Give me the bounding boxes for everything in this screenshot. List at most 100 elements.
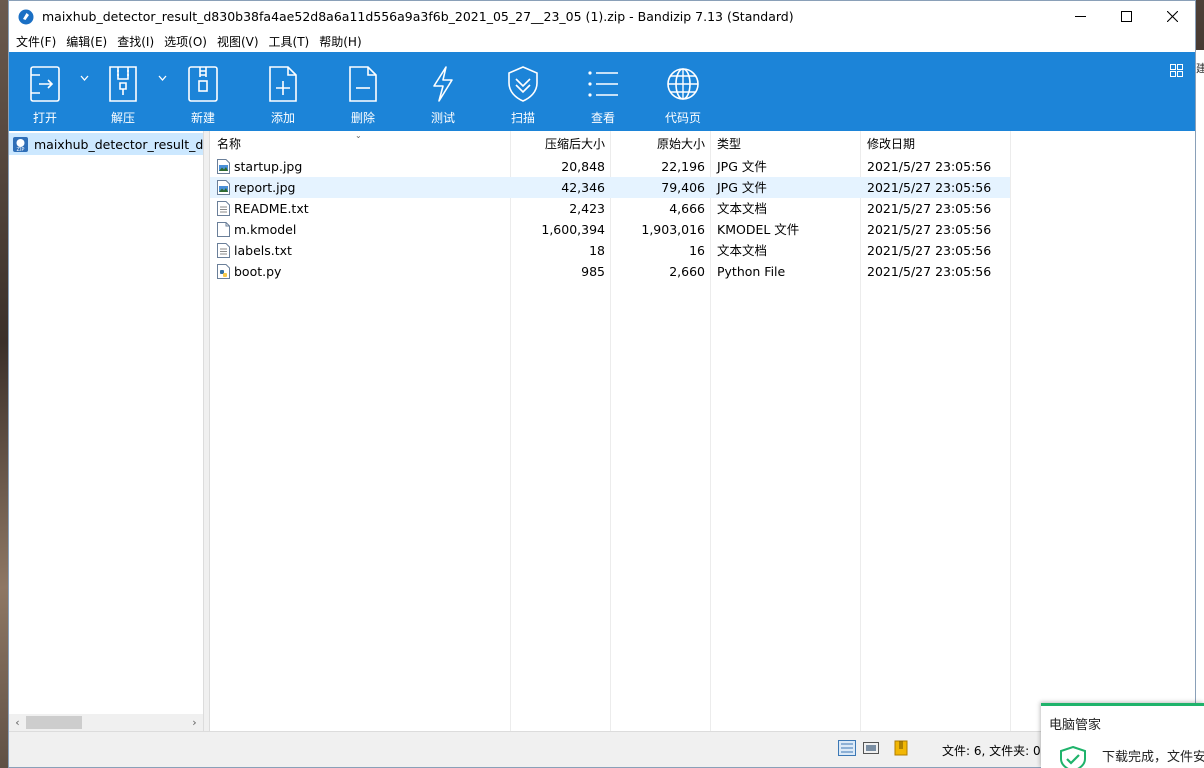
file-name: README.txt <box>234 201 309 216</box>
bandizip-app-icon <box>18 9 34 24</box>
extract-button[interactable]: 解压 <box>91 52 155 131</box>
file-original-size: 2,660 <box>669 264 705 279</box>
minimize-button[interactable] <box>1057 1 1103 32</box>
extract-icon <box>109 66 137 102</box>
list-header: 名称 ⌄ 压缩后大小 原始大小 类型 修改日期 <box>210 131 1010 156</box>
sort-caret-icon: ⌄ <box>355 131 362 140</box>
file-modified-date: 2021/5/27 23:05:56 <box>867 201 992 216</box>
column-header-packed[interactable]: 压缩后大小 <box>545 131 605 156</box>
delete-label: 删除 <box>350 111 375 125</box>
new-archive-icon <box>188 66 218 102</box>
file-name: startup.jpg <box>234 159 303 174</box>
thumbnail-view-icon[interactable] <box>862 740 880 756</box>
menu-edit[interactable]: 编辑(E) <box>63 32 114 52</box>
file-modified-date: 2021/5/27 23:05:56 <box>867 159 992 174</box>
file-modified-date: 2021/5/27 23:05:56 <box>867 180 992 195</box>
file-row[interactable]: labels.txt 18 16 文本文档 2021/5/27 23:05:56 <box>210 240 1010 261</box>
file-packed-size: 42,346 <box>561 180 605 195</box>
file-name: labels.txt <box>234 243 292 258</box>
file-row[interactable]: report.jpg 42,346 79,406 JPG 文件 2021/5/27 23… <box>210 177 1010 198</box>
column-header-type[interactable]: 类型 <box>717 131 741 156</box>
scroll-right-icon[interactable]: › <box>186 714 203 731</box>
codepage-button[interactable]: 代码页 <box>649 52 717 131</box>
codepage-label: 代码页 <box>664 111 701 125</box>
file-type: KMODEL 文件 <box>717 222 800 237</box>
scroll-left-icon[interactable]: ‹ <box>9 714 26 731</box>
maximize-button[interactable] <box>1103 1 1149 32</box>
toolbar: 打开 解压 新建 添加 删除 测试 扫描 查看 代码页 <box>9 52 1195 131</box>
minimize-icon <box>1074 16 1086 17</box>
test-label: 测试 <box>430 111 455 125</box>
file-original-size: 16 <box>689 243 705 258</box>
add-label: 添加 <box>270 111 295 125</box>
window-title: maixhub_detector_result_d830b38fa4ae52d8… <box>42 9 794 24</box>
notification-popup[interactable]: 电脑管家 下载完成，文件安 <box>1041 703 1204 768</box>
details-view-icon[interactable] <box>838 740 856 756</box>
shield-icon <box>508 66 538 102</box>
file-row[interactable]: boot.py 985 2,660 Python File 2021/5/27 23:0… <box>210 261 1010 282</box>
column-header-name[interactable]: 名称 <box>217 131 241 156</box>
layout-grid-icon[interactable] <box>1170 64 1183 77</box>
file-original-size: 1,903,016 <box>641 222 705 237</box>
add-button[interactable]: 添加 <box>237 52 329 131</box>
status-text: 文件: 6, 文件夹: 0, <box>942 744 1045 758</box>
menu-file[interactable]: 文件(F) <box>13 32 63 52</box>
status-bar: 文件: 6, 文件夹: 0, <box>9 731 1195 767</box>
sidebar-horizontal-scrollbar[interactable]: ‹ › <box>9 714 203 731</box>
scan-button[interactable]: 扫描 <box>489 52 557 131</box>
column-header-modified[interactable]: 修改日期 <box>867 131 915 156</box>
menu-tools[interactable]: 工具(T) <box>266 32 317 52</box>
file-name: m.kmodel <box>234 222 297 237</box>
menu-bar: 文件(F) 编辑(E) 查找(I) 选项(O) 视图(V) 工具(T) 帮助(H… <box>9 32 1195 52</box>
menu-help[interactable]: 帮助(H) <box>316 32 368 52</box>
open-button[interactable]: 打开 <box>13 52 77 131</box>
delete-file-icon <box>349 66 377 102</box>
column-header-size[interactable]: 原始大小 <box>657 131 705 156</box>
chevron-down-icon <box>158 75 166 81</box>
new-archive-button[interactable]: 新建 <box>169 52 237 131</box>
extract-dropdown[interactable] <box>155 52 169 131</box>
view-button[interactable]: 查看 <box>557 52 649 131</box>
globe-icon <box>667 68 699 100</box>
file-packed-size: 20,848 <box>561 159 605 174</box>
svg-text:ZIP: ZIP <box>17 147 25 153</box>
notification-text: 下载完成，文件安 <box>1102 750 1204 765</box>
jpg-file-icon <box>217 180 230 195</box>
folder-tree: ZIP maixhub_detector_result_d830b38fa4ae… <box>9 131 204 731</box>
test-button[interactable]: 测试 <box>397 52 489 131</box>
scroll-track[interactable] <box>26 714 186 731</box>
delete-button[interactable]: 删除 <box>329 52 397 131</box>
list-icon <box>588 71 618 97</box>
view-label: 查看 <box>590 111 615 125</box>
menu-options[interactable]: 选项(O) <box>161 32 214 52</box>
file-row[interactable]: m.kmodel 1,600,394 1,903,016 KMODEL 文件 2021/… <box>210 219 1010 240</box>
file-modified-date: 2021/5/27 23:05:56 <box>867 243 992 258</box>
tree-item-label: maixhub_detector_result_d830b38fa4ae52d8… <box>34 136 203 152</box>
file-type: Python File <box>717 264 786 279</box>
add-file-icon <box>269 66 297 102</box>
close-button[interactable] <box>1149 1 1195 32</box>
open-label: 打开 <box>32 111 57 125</box>
open-dropdown[interactable] <box>77 52 91 131</box>
close-icon <box>1166 11 1178 22</box>
open-icon <box>30 66 60 102</box>
title-bar: maixhub_detector_result_d830b38fa4ae52d8… <box>9 1 1195 32</box>
chevron-down-icon <box>80 75 88 81</box>
tree-item-archive[interactable]: ZIP maixhub_detector_result_d830b38fa4ae… <box>9 133 203 155</box>
maximize-icon <box>1120 11 1132 22</box>
notification-title: 电脑管家 <box>1049 718 1102 733</box>
menu-view[interactable]: 视图(V) <box>214 32 266 52</box>
file-type: 文本文档 <box>717 201 768 216</box>
shield-check-icon <box>1060 746 1086 768</box>
file-name: boot.py <box>234 264 282 279</box>
file-row[interactable]: README.txt 2,423 4,666 文本文档 2021/5/27 23:05:… <box>210 198 1010 219</box>
file-original-size: 79,406 <box>661 180 705 195</box>
new-archive-label: 新建 <box>190 111 215 125</box>
file-list: 名称 ⌄ 压缩后大小 原始大小 类型 修改日期 startup.jpg 20,84… <box>210 131 1195 731</box>
background-window-edge: 建 <box>1196 50 1204 750</box>
archive-info-icon[interactable] <box>892 740 910 756</box>
scroll-thumb[interactable] <box>26 716 82 729</box>
menu-find[interactable]: 查找(I) <box>114 32 161 52</box>
zip-archive-icon: ZIP <box>13 136 28 153</box>
file-row[interactable]: startup.jpg 20,848 22,196 JPG 文件 2021/5/27 2… <box>210 156 1010 177</box>
